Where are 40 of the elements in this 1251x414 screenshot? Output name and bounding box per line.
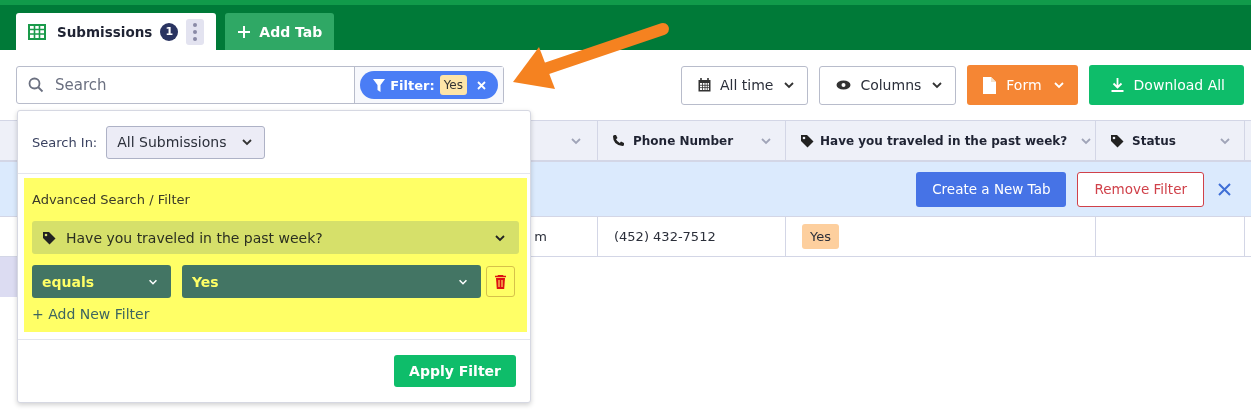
close-icon[interactable] <box>1218 182 1231 196</box>
column-header[interactable]: Status <box>1096 121 1245 160</box>
phone-icon <box>612 134 625 147</box>
search-field[interactable]: Search Filter: Yes <box>16 66 504 104</box>
section-title: Advanced Search / Filter <box>32 192 191 207</box>
value-dropdown[interactable]: Yes <box>182 265 481 298</box>
tab-label: Submissions <box>57 23 153 40</box>
document-icon <box>983 76 997 94</box>
download-icon <box>1110 78 1124 92</box>
add-filter-link[interactable]: + Add New Filter <box>32 306 519 322</box>
table-cell: m <box>534 229 547 244</box>
search-icon <box>28 77 44 93</box>
create-tab-button[interactable]: Create a New Tab <box>916 171 1067 207</box>
columns-dropdown[interactable]: Columns <box>819 65 957 105</box>
filter-label: Filter: <box>390 77 435 93</box>
search-in-dropdown[interactable]: All Submissions <box>106 125 266 159</box>
field-dropdown[interactable]: Have you traveled in the past week? <box>32 221 519 254</box>
trash-icon <box>495 274 506 289</box>
tab[interactable]: Submissions 1 <box>16 13 217 50</box>
tag-icon <box>1110 133 1124 148</box>
filter-chip[interactable]: Filter: Yes <box>360 71 498 99</box>
remove-filter-button[interactable]: Remove Filter <box>1077 171 1204 207</box>
tag-icon <box>800 133 814 148</box>
calendar-icon <box>697 78 711 92</box>
filter-icon <box>373 78 386 92</box>
count-badge: 1 <box>160 22 179 41</box>
search-in-label: Search In: <box>32 134 98 150</box>
table-cell: (452) 432-7512 <box>614 229 716 244</box>
delete-button[interactable] <box>486 266 515 297</box>
eye-icon <box>836 80 852 90</box>
plus-icon <box>237 24 252 39</box>
tag-icon <box>42 230 56 245</box>
operator-dropdown[interactable]: equals <box>32 265 171 298</box>
filter-value: Yes <box>439 75 467 95</box>
answer-tag: Yes <box>802 224 839 249</box>
column-header[interactable]: Have you traveled in the past week? <box>786 121 1096 160</box>
column-header[interactable]: Phone Number <box>598 121 786 160</box>
date-range-dropdown[interactable]: All time <box>680 65 809 105</box>
table-icon <box>28 23 46 40</box>
more-icon[interactable] <box>186 18 205 45</box>
